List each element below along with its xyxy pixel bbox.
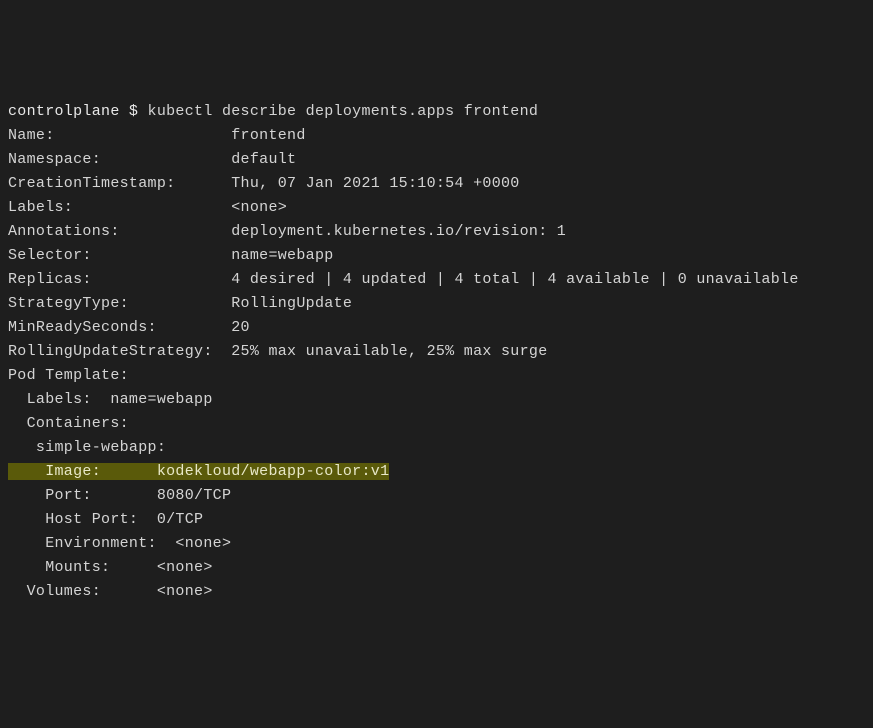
command-text: kubectl describe deployments.apps fronte… (148, 103, 539, 120)
field-labels-label: Labels: (8, 199, 73, 216)
terminal-output[interactable]: controlplane $ kubectl describe deployme… (8, 100, 865, 604)
field-minready-value: 20 (231, 319, 250, 336)
field-port-label: Port: (8, 487, 157, 504)
field-image-value: kodekloud/webapp-color:v1 (157, 463, 390, 480)
field-strategy-value: RollingUpdate (231, 295, 352, 312)
field-volumes-label: Volumes: (8, 583, 157, 600)
field-creation-value: Thu, 07 Jan 2021 15:10:54 +0000 (231, 175, 519, 192)
field-cname-label: simple-webapp: (8, 439, 166, 456)
field-port-value: 8080/TCP (157, 487, 231, 504)
field-mounts-value: <none> (157, 559, 213, 576)
field-containers-label: Containers: (8, 415, 129, 432)
field-hostport-label: Host Port: (8, 511, 157, 528)
field-annotations-value: deployment.kubernetes.io/revision: 1 (231, 223, 566, 240)
field-strategy-label: StrategyType: (8, 295, 129, 312)
field-podlabels-label: Labels: name=webapp (8, 391, 213, 408)
field-rolling-label: RollingUpdateStrategy: (8, 343, 213, 360)
field-labels-value: <none> (231, 199, 287, 216)
field-selector-value: name=webapp (231, 247, 333, 264)
field-replicas-value: 4 desired | 4 updated | 4 total | 4 avai… (231, 271, 798, 288)
shell-prompt: controlplane $ (8, 103, 148, 120)
field-env-value: <none> (157, 535, 231, 552)
image-highlight: Image: kodekloud/webapp-color:v1 (8, 463, 389, 480)
field-podtpl-label: Pod Template: (8, 367, 129, 384)
field-hostport-value: 0/TCP (157, 511, 204, 528)
field-mounts-label: Mounts: (8, 559, 157, 576)
field-annotations-label: Annotations: (8, 223, 120, 240)
field-selector-label: Selector: (8, 247, 92, 264)
field-namespace-label: Namespace: (8, 151, 101, 168)
field-replicas-label: Replicas: (8, 271, 92, 288)
field-image-label: Image: (8, 463, 157, 480)
field-creation-label: CreationTimestamp: (8, 175, 175, 192)
field-name-label: Name: (8, 127, 55, 144)
field-env-label: Environment: (8, 535, 157, 552)
field-name-value: frontend (231, 127, 305, 144)
field-namespace-value: default (231, 151, 296, 168)
field-minready-label: MinReadySeconds: (8, 319, 157, 336)
field-volumes-value: <none> (157, 583, 213, 600)
field-rolling-value: 25% max unavailable, 25% max surge (231, 343, 547, 360)
